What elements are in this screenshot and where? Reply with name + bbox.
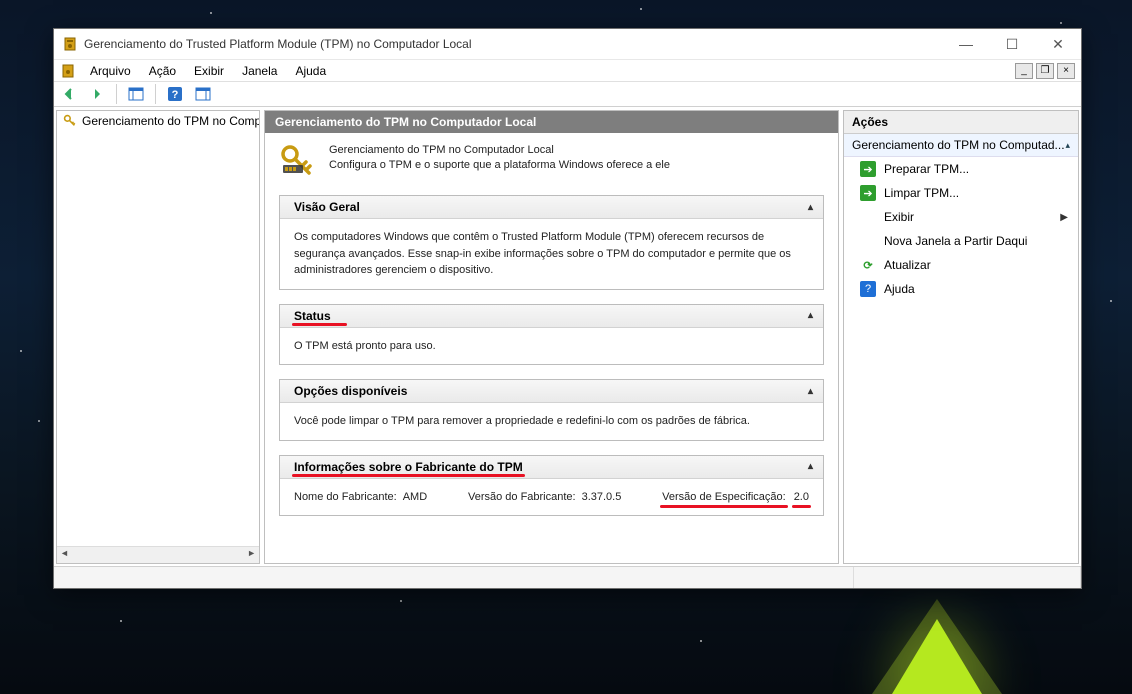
spec-version: Versão de Especificação: 2.0 (662, 489, 809, 506)
toolbar: ? (54, 81, 1081, 107)
window-title: Gerenciamento do Trusted Platform Module… (84, 37, 943, 51)
key-large-icon (279, 143, 315, 179)
menu-ajuda[interactable]: Ajuda (287, 62, 334, 80)
action-view-label: Exibir (884, 210, 914, 224)
panel-options: Opções disponíveis ▴ Você pode limpar o … (279, 379, 824, 441)
menu-arquivo[interactable]: Arquivo (82, 62, 139, 80)
action-new-window[interactable]: Nova Janela a Partir Daqui (844, 229, 1078, 253)
manufacturer-version: Versão do Fabricante: 3.37.0.5 (468, 489, 621, 506)
minimize-button[interactable]: — (943, 29, 989, 59)
forward-button[interactable] (86, 83, 108, 105)
collapse-icon: ▴ (1065, 140, 1070, 151)
help-button[interactable]: ? (164, 83, 186, 105)
blank-icon (860, 233, 876, 249)
menu-exibir[interactable]: Exibir (186, 62, 232, 80)
actions-pane: Ações Gerenciamento do TPM no Computad..… (843, 110, 1079, 564)
arrow-right-icon: ➔ (860, 185, 876, 201)
chevron-right-icon: ▶ (1060, 212, 1068, 223)
mfr-name-value: AMD (403, 489, 427, 506)
panel-options-header[interactable]: Opções disponíveis ▴ (280, 380, 823, 403)
actions-subheader[interactable]: Gerenciamento do TPM no Computad... ▴ (844, 134, 1078, 157)
action-refresh[interactable]: ⟳ Atualizar (844, 253, 1078, 277)
show-hide-action-button[interactable] (192, 83, 214, 105)
mfr-ver-label: Versão do Fabricante: (468, 489, 576, 506)
mdi-close-button[interactable]: × (1057, 63, 1075, 79)
mmc-window: Gerenciamento do Trusted Platform Module… (53, 28, 1082, 589)
menu-janela[interactable]: Janela (234, 62, 285, 80)
spec-ver-label: Versão de Especificação: (662, 489, 786, 506)
tree-pane: Gerenciamento do TPM no Computador Local (56, 110, 260, 564)
panel-status-header[interactable]: Status ▴ (280, 305, 823, 328)
collapse-icon: ▴ (808, 202, 813, 213)
action-newwin-label: Nova Janela a Partir Daqui (884, 234, 1027, 248)
tpm-app-icon (62, 36, 78, 52)
arrow-right-icon: ➔ (860, 161, 876, 177)
tpm-menu-icon (60, 63, 76, 79)
mdi-minimize-button[interactable]: _ (1015, 63, 1033, 79)
panel-overview-header[interactable]: Visão Geral ▴ (280, 196, 823, 219)
mfr-ver-value: 3.37.0.5 (582, 489, 622, 506)
action-help-label: Ajuda (884, 282, 915, 296)
close-button[interactable]: ✕ (1035, 29, 1081, 59)
panel-manufacturer-title: Informações sobre o Fabricante do TPM (294, 460, 523, 474)
menubar: Arquivo Ação Exibir Janela Ajuda _ ❐ × (54, 59, 1081, 81)
horizontal-scrollbar[interactable] (57, 546, 259, 563)
show-hide-tree-button[interactable] (125, 83, 147, 105)
action-refresh-label: Atualizar (884, 258, 931, 272)
collapse-icon: ▴ (808, 386, 813, 397)
manufacturer-name: Nome do Fabricante: AMD (294, 489, 427, 506)
blank-icon (860, 209, 876, 225)
tree-root-item[interactable]: Gerenciamento do TPM no Computador Local (57, 111, 259, 131)
panel-manufacturer-header[interactable]: Informações sobre o Fabricante do TPM ▴ (280, 456, 823, 479)
action-view[interactable]: Exibir ▶ (844, 205, 1078, 229)
panel-manufacturer: Informações sobre o Fabricante do TPM ▴ … (279, 455, 824, 517)
intro-desc: Configura o TPM e o suporte que a plataf… (329, 158, 670, 173)
panel-status-title: Status (294, 309, 331, 323)
panel-options-title: Opções disponíveis (294, 384, 407, 398)
tree-root-label: Gerenciamento do TPM no Computador Local (82, 114, 259, 128)
refresh-icon: ⟳ (860, 257, 876, 273)
intro-title: Gerenciamento do TPM no Computador Local (329, 143, 670, 158)
statusbar (54, 566, 1081, 588)
panel-overview-body: Os computadores Windows que contêm o Tru… (280, 219, 823, 289)
panel-overview: Visão Geral ▴ Os computadores Windows qu… (279, 195, 824, 290)
titlebar: Gerenciamento do Trusted Platform Module… (54, 29, 1081, 59)
content-header: Gerenciamento do TPM no Computador Local (265, 111, 838, 133)
mfr-name-label: Nome do Fabricante: (294, 489, 397, 506)
maximize-button[interactable]: ☐ (989, 29, 1035, 59)
workarea: Gerenciamento do TPM no Computador Local… (54, 107, 1081, 566)
intro-block: Gerenciamento do TPM no Computador Local… (279, 143, 824, 179)
action-prepare-tpm[interactable]: ➔ Preparar TPM... (844, 157, 1078, 181)
action-help[interactable]: ? Ajuda (844, 277, 1078, 301)
back-button[interactable] (58, 83, 80, 105)
actions-header: Ações (844, 111, 1078, 134)
collapse-icon: ▴ (808, 461, 813, 472)
svg-text:?: ? (172, 89, 179, 101)
collapse-icon: ▴ (808, 310, 813, 321)
help-icon: ? (860, 281, 876, 297)
actions-subheader-label: Gerenciamento do TPM no Computad... (852, 138, 1065, 152)
menu-acao[interactable]: Ação (141, 62, 184, 80)
action-clear-tpm[interactable]: ➔ Limpar TPM... (844, 181, 1078, 205)
panel-status-body: O TPM está pronto para uso. (280, 328, 823, 365)
mdi-restore-button[interactable]: ❐ (1036, 63, 1054, 79)
panel-overview-title: Visão Geral (294, 200, 360, 214)
key-icon (63, 114, 77, 128)
content-pane: Gerenciamento do TPM no Computador Local… (264, 110, 839, 564)
action-clear-label: Limpar TPM... (884, 186, 959, 200)
panel-status: Status ▴ O TPM está pronto para uso. (279, 304, 824, 366)
panel-options-body: Você pode limpar o TPM para remover a pr… (280, 403, 823, 440)
spec-ver-value: 2.0 (794, 489, 809, 506)
action-prepare-label: Preparar TPM... (884, 162, 969, 176)
